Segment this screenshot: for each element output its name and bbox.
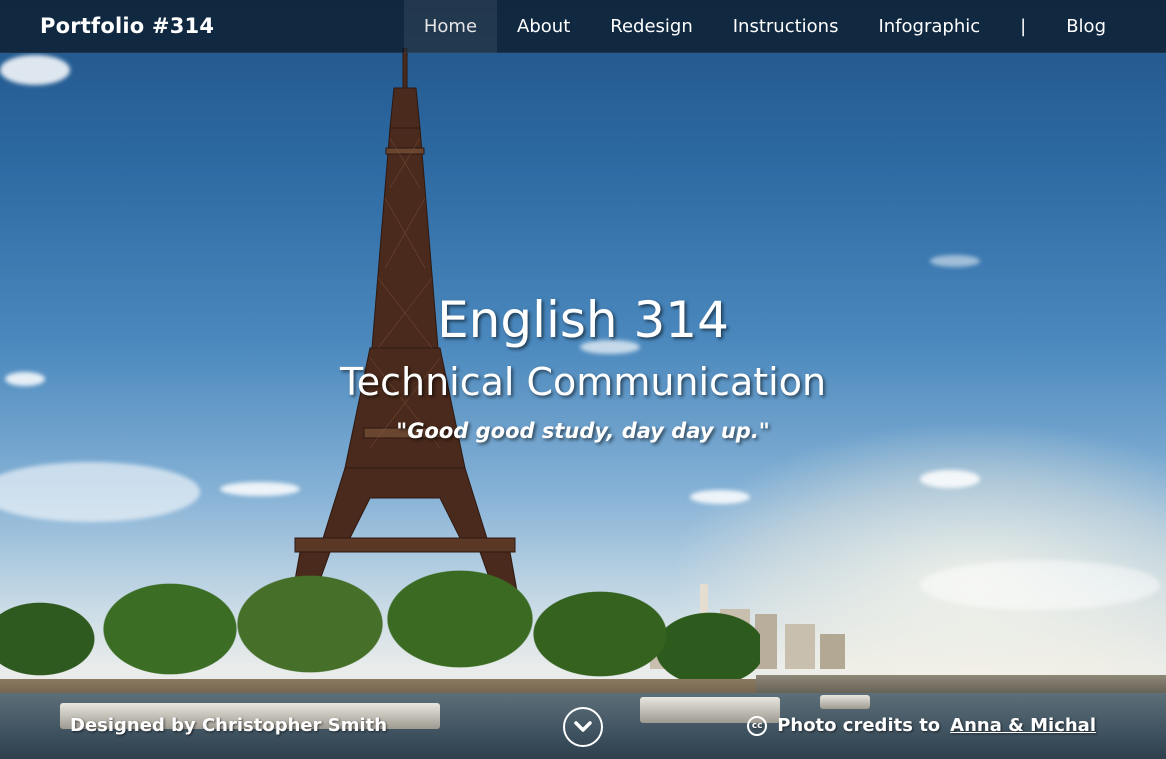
cloud <box>690 490 750 504</box>
designer-credit: Designed by Christopher Smith <box>70 715 388 736</box>
cloud <box>0 55 70 85</box>
top-navbar: Portfolio #314 Home About Redesign Instr… <box>0 0 1166 53</box>
hero-title: English 314 <box>437 291 729 349</box>
main-nav: Home About Redesign Instructions Infogra… <box>403 0 1126 53</box>
nav-separator: | <box>1020 16 1027 37</box>
photo-credit-link[interactable]: Anna & Michal <box>950 715 1096 736</box>
hero-quote: "Good good study, day day up." <box>396 419 770 443</box>
photo-credit-label: Photo credits to <box>777 715 941 736</box>
nav-infographic[interactable]: Infographic <box>858 0 1000 53</box>
creative-commons-icon: cc <box>747 715 768 736</box>
chevron-down-icon <box>574 721 592 732</box>
cloud <box>220 482 300 496</box>
river-boat <box>820 695 870 709</box>
cloud <box>920 560 1160 610</box>
scroll-down-button[interactable] <box>563 707 603 747</box>
cloud <box>0 462 200 522</box>
brand-logo[interactable]: Portfolio #314 <box>40 0 214 53</box>
hero-section: English 314 Technical Communication "Goo… <box>0 285 1166 449</box>
hero-subtitle: Technical Communication <box>339 360 827 404</box>
nav-about[interactable]: About <box>497 0 590 53</box>
cloud <box>920 470 980 488</box>
cloud <box>930 255 980 267</box>
nav-redesign[interactable]: Redesign <box>590 0 713 53</box>
nav-instructions[interactable]: Instructions <box>713 0 859 53</box>
nav-blog[interactable]: Blog <box>1046 0 1126 53</box>
nav-home[interactable]: Home <box>403 0 498 53</box>
photo-credit: cc Photo credits to Anna & Michal <box>747 715 1096 736</box>
